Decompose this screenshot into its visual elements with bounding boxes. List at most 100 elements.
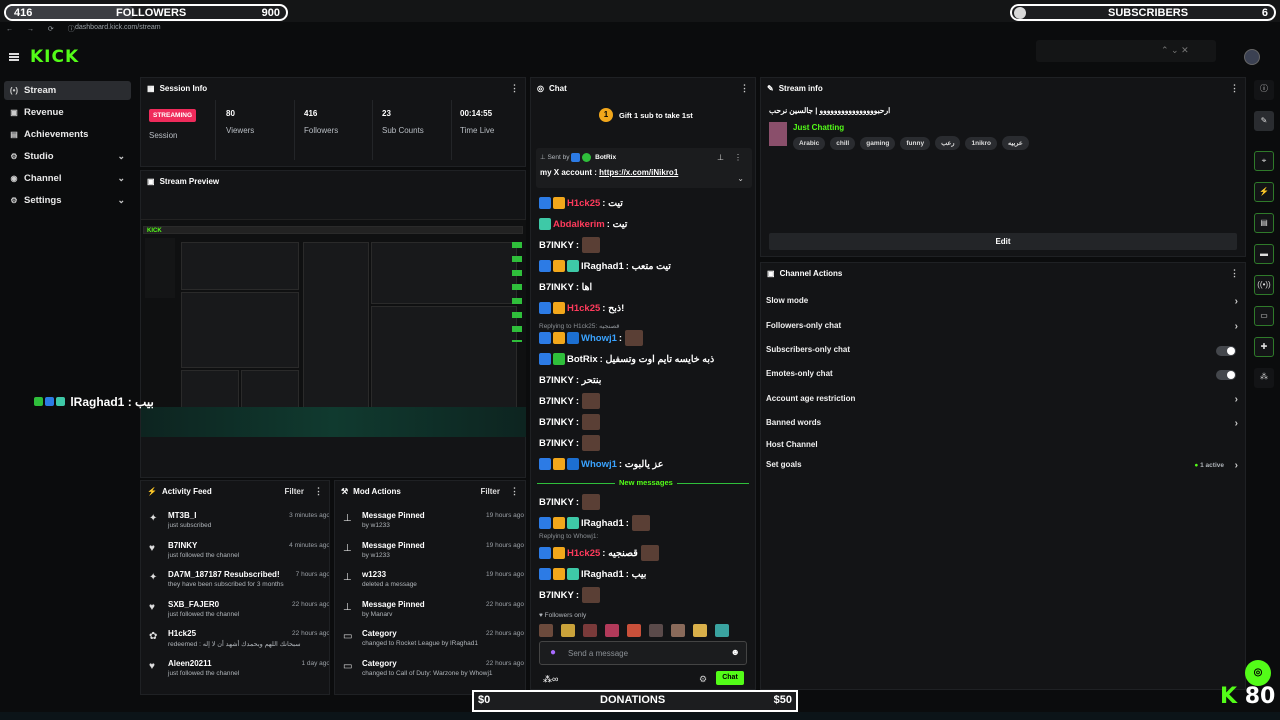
infinity-icon[interactable]: ⁂∞ <box>543 674 558 685</box>
chat-message[interactable]: B7INKY: اها <box>539 278 592 296</box>
sidebar-item-revenue[interactable]: ▣ Revenue <box>4 103 131 122</box>
chat-message[interactable]: Whowj1: عز يالبوت <box>539 455 663 473</box>
more-icon[interactable]: ⋮ <box>1230 83 1239 94</box>
channel-action-banned-words[interactable]: Banned words › <box>766 418 1240 436</box>
chat-bubble-icon[interactable]: ▬ <box>1254 244 1274 264</box>
chat-message[interactable]: B7INKY: <box>539 413 601 431</box>
tag[interactable]: funny <box>900 137 931 150</box>
chat-username[interactable]: H1ck25 <box>567 198 600 209</box>
pinned-message[interactable]: ⊥ Sent by BotRix ⊥ ⋮ my X account : http… <box>536 148 752 188</box>
browser-nav-icons[interactable]: ← → ⟳ ⓘ <box>6 24 81 34</box>
microphone-icon[interactable]: ● <box>550 647 556 658</box>
wrench-icon[interactable]: ✚ <box>1254 337 1274 357</box>
more-icon[interactable]: ⋮ <box>510 83 519 94</box>
chat-username[interactable]: Whowj1 <box>581 459 617 470</box>
chat-username[interactable]: B7INKY <box>539 396 574 407</box>
broadcast-icon[interactable]: ((•)) <box>1254 275 1274 295</box>
bolt-icon[interactable]: ⚡ <box>1254 182 1274 202</box>
list-item[interactable]: ✦ MT3B_I just subscribed 3 minutes ago <box>149 511 329 539</box>
channel-action-followers-only-chat[interactable]: Followers-only chat › <box>766 321 1240 339</box>
stream-preview-video[interactable]: KICK <box>141 219 526 437</box>
pinned-link[interactable]: https://x.com/iNikro1 <box>599 168 678 177</box>
chat-message[interactable]: Whowj1: <box>539 329 644 347</box>
list-item[interactable]: ⊥ Message Pinned by w1233 19 hours ago <box>343 541 524 569</box>
tag[interactable]: gaming <box>860 137 896 150</box>
edit-icon[interactable]: ✎ <box>1254 111 1274 131</box>
toggle-switch[interactable] <box>1216 346 1236 356</box>
chat-message[interactable]: B7INKY: <box>539 392 601 410</box>
chevron-right-icon[interactable]: › <box>1235 296 1238 307</box>
chevron-right-icon[interactable]: › <box>1235 460 1238 471</box>
sidebar-item-achievements[interactable]: ▤ Achievements <box>4 125 131 144</box>
channel-action-host-channel[interactable]: Host Channel <box>766 440 1240 458</box>
document-icon[interactable]: ▤ <box>1254 213 1274 233</box>
filter-button[interactable]: Filter <box>284 487 304 496</box>
list-item[interactable]: ✿ H1ck25 redeemed : سبحانك اللهم وبحمدك أش… <box>149 629 329 657</box>
list-item[interactable]: ⊥ Message Pinned by w1233 19 hours ago <box>343 511 524 539</box>
emote-icon[interactable] <box>715 624 729 637</box>
find-controls[interactable]: ⌃ ⌄ ✕ <box>1161 45 1189 56</box>
chat-message[interactable]: B7INKY: <box>539 236 601 254</box>
info-icon[interactable]: ⓘ <box>1254 80 1274 100</box>
emote-icon[interactable] <box>649 624 663 637</box>
emote-icon[interactable] <box>605 624 619 637</box>
list-item[interactable]: ♥ SXB_FAJER0 just followed the channel 22 h… <box>149 600 329 628</box>
category-name[interactable]: Just Chatting <box>793 123 844 132</box>
chat-message[interactable]: BotRix: ذبه خايسه تايم اوت وتسفيل <box>539 350 714 368</box>
edit-button[interactable]: Edit <box>769 233 1237 250</box>
chat-message[interactable]: H1ck25: ذبح! <box>539 299 624 317</box>
tag[interactable]: 1nikro <box>965 137 997 150</box>
list-item[interactable]: ⊥ Message Pinned by Manarv 22 hours ago <box>343 600 524 628</box>
chevron-right-icon[interactable]: › <box>1235 418 1238 429</box>
sidebar-item-studio[interactable]: ⚙ Studio ⌄ <box>4 147 131 166</box>
chat-username[interactable]: B7INKY <box>539 590 574 601</box>
chat-message[interactable]: H1ck25: قصنجيه <box>539 544 659 562</box>
more-icon[interactable]: ⋮ <box>740 83 749 94</box>
filter-button[interactable]: Filter <box>480 487 500 496</box>
chat-username[interactable]: B7INKY <box>539 240 574 251</box>
more-icon[interactable]: ⋮ <box>734 153 742 162</box>
chevron-right-icon[interactable]: › <box>1235 321 1238 332</box>
chat-username[interactable]: H1ck25 <box>567 548 600 559</box>
chat-message[interactable]: B7INKY: <box>539 493 601 511</box>
unpin-icon[interactable]: ⊥ <box>717 153 724 162</box>
chat-username[interactable]: H1ck25 <box>567 303 600 314</box>
avatar[interactable] <box>1244 49 1260 65</box>
chat-username[interactable]: lRaghad1 <box>581 261 624 272</box>
sidebar-item-channel[interactable]: ◉ Channel ⌄ <box>4 169 131 188</box>
chat-username[interactable]: Whowj1 <box>581 333 617 344</box>
gift-sub-banner[interactable]: 1 Gift 1 sub to take 1st <box>599 108 693 122</box>
kick-logo[interactable]: KICK <box>30 47 79 67</box>
chat-username[interactable]: lRaghad1 <box>581 518 624 529</box>
display-icon[interactable]: ▭ <box>1254 306 1274 326</box>
chat-message[interactable]: B7INKY: <box>539 586 601 604</box>
more-icon[interactable]: ⋮ <box>1230 268 1239 279</box>
emote-icon[interactable] <box>561 624 575 637</box>
chat-input[interactable]: ● Send a message ☻ <box>539 641 747 665</box>
sidebar-item-settings[interactable]: ⚙ Settings ⌄ <box>4 191 131 210</box>
list-item[interactable]: ♥ B7INKY just followed the channel 4 minute… <box>149 541 329 569</box>
emote-icon[interactable] <box>583 624 597 637</box>
chat-username[interactable]: B7INKY <box>539 438 574 449</box>
chat-username[interactable]: B7INKY <box>539 497 574 508</box>
channel-action-set-goals[interactable]: Set goals › ● 1 active <box>766 460 1240 478</box>
new-messages-divider[interactable]: New messages <box>537 478 749 487</box>
chevron-down-icon[interactable]: ⌄ <box>117 151 125 162</box>
chat-message[interactable]: B7INKY: <box>539 434 601 452</box>
sidebar-item-stream[interactable]: (•) Stream <box>4 81 131 100</box>
channel-action-subscribers-only-chat[interactable]: Subscribers-only chat <box>766 345 1240 363</box>
more-icon[interactable]: ⋮ <box>314 486 323 497</box>
chat-username[interactable]: B7INKY <box>539 375 574 386</box>
emote-icon[interactable] <box>627 624 641 637</box>
chat-message[interactable]: B7INKY: بنتحر <box>539 371 601 389</box>
chat-username[interactable]: Abdalkerim <box>553 219 605 230</box>
list-item[interactable]: ♥ Aleen20211 just followed the channel 1 da… <box>149 659 329 687</box>
tag[interactable]: chill <box>830 137 856 150</box>
chat-message[interactable]: Abdalkerim: تيت <box>539 215 627 233</box>
toggle-switch[interactable] <box>1216 370 1236 380</box>
channel-action-account-age-restriction[interactable]: Account age restriction › <box>766 394 1240 412</box>
tag[interactable]: Arabic <box>793 137 826 150</box>
find-bar[interactable]: ⌃ ⌄ ✕ <box>1036 40 1216 62</box>
help-chat-button[interactable]: ◎ <box>1245 660 1271 686</box>
gear-icon[interactable]: ⚙ <box>699 674 707 685</box>
